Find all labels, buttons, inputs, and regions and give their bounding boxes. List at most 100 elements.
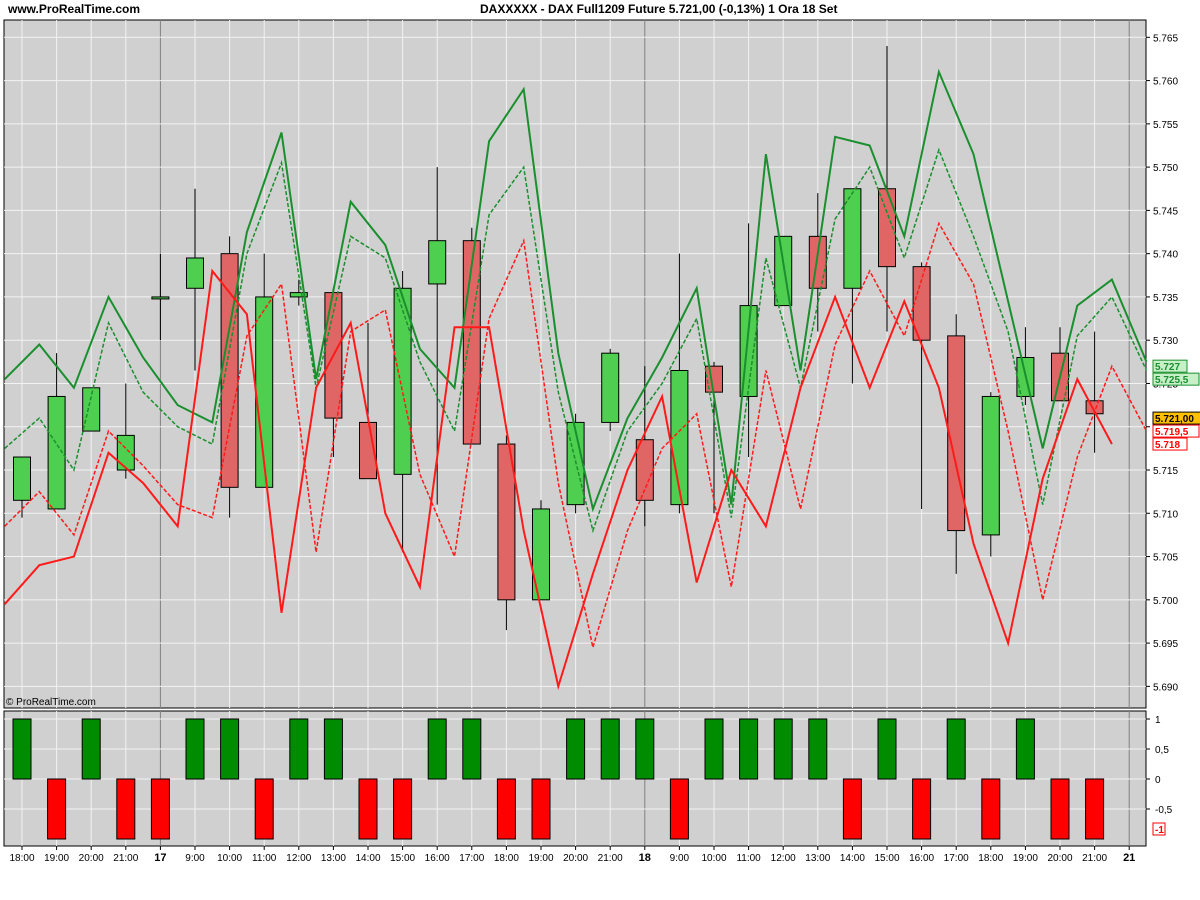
candle-body bbox=[116, 434, 135, 471]
y-tick-label: 5.690 bbox=[1153, 682, 1178, 693]
oscillator-bar bbox=[669, 778, 689, 840]
oscillator-bar bbox=[427, 718, 447, 780]
x-tick-label: 19:00 bbox=[1013, 853, 1038, 864]
candle-body bbox=[151, 296, 170, 300]
chart-canvas: 5.6905.6955.7005.7055.7105.7155.7205.725… bbox=[3, 19, 1200, 864]
site-url[interactable]: www.ProRealTime.com bbox=[8, 2, 140, 16]
x-tick-label: 20:00 bbox=[1047, 853, 1072, 864]
y-tick-label: 5.735 bbox=[1153, 293, 1178, 304]
oscillator-bar bbox=[531, 778, 551, 840]
oscillator-bar bbox=[1085, 778, 1105, 840]
price-label: 5.721,00 bbox=[1155, 414, 1194, 425]
x-tick-label: 17:00 bbox=[459, 853, 484, 864]
oscillator-bar bbox=[81, 718, 101, 780]
x-tick-label: 13:00 bbox=[805, 853, 830, 864]
y-tick-label: 5.750 bbox=[1153, 163, 1178, 174]
oscillator-bar bbox=[185, 718, 205, 780]
x-tick-label: 18:00 bbox=[9, 853, 34, 864]
x-tick-label: 17 bbox=[154, 852, 166, 864]
oscillator-bar bbox=[323, 718, 343, 780]
y-tick-label: 0,5 bbox=[1155, 745, 1169, 756]
x-tick-label: 17:00 bbox=[944, 853, 969, 864]
x-tick-label: 15:00 bbox=[874, 853, 899, 864]
oscillator-bar bbox=[1015, 718, 1035, 780]
x-tick-label: 12:00 bbox=[771, 853, 796, 864]
oscillator-bar bbox=[877, 718, 897, 780]
x-tick-label: 14:00 bbox=[840, 853, 865, 864]
x-tick-label: 10:00 bbox=[701, 853, 726, 864]
x-tick-label: 10:00 bbox=[217, 853, 242, 864]
price-label: 5.727 bbox=[1155, 362, 1180, 373]
oscillator-bar bbox=[946, 718, 966, 780]
y-tick-label: 5.740 bbox=[1153, 250, 1178, 261]
price-panel bbox=[3, 19, 1147, 709]
oscillator-bar bbox=[47, 778, 67, 840]
price-label: 5.725,5 bbox=[1155, 375, 1189, 386]
candle-body bbox=[947, 335, 966, 532]
y-tick-label: 5.710 bbox=[1153, 509, 1178, 520]
x-tick-label: 19:00 bbox=[528, 853, 553, 864]
price-label: 5.718 bbox=[1155, 440, 1180, 451]
oscillator-bar bbox=[116, 778, 136, 840]
oscillator-bar bbox=[704, 718, 724, 780]
candle-body bbox=[981, 395, 1000, 536]
watermark: © ProRealTime.com bbox=[6, 697, 96, 708]
oscillator-bar bbox=[635, 718, 655, 780]
y-tick-label: 5.705 bbox=[1153, 553, 1178, 564]
oscillator-bar bbox=[496, 778, 516, 840]
oscillator-bar bbox=[150, 778, 170, 840]
x-tick-label: 20:00 bbox=[79, 853, 104, 864]
candle-body bbox=[808, 235, 827, 289]
oscillator-bar bbox=[808, 718, 828, 780]
candle-body bbox=[843, 188, 862, 289]
x-tick-label: 15:00 bbox=[390, 853, 415, 864]
x-tick-label: 12:00 bbox=[286, 853, 311, 864]
candle-body bbox=[13, 456, 31, 501]
x-tick-label: 9:00 bbox=[185, 853, 205, 864]
x-tick-label: 16:00 bbox=[425, 853, 450, 864]
y-tick-label: 5.695 bbox=[1153, 639, 1178, 650]
y-tick-label: 0 bbox=[1155, 775, 1161, 786]
oscillator-bar bbox=[393, 778, 413, 840]
y-tick-label: 5.730 bbox=[1153, 336, 1178, 347]
oscillator-bar bbox=[981, 778, 1001, 840]
x-tick-label: 13:00 bbox=[321, 853, 346, 864]
oscillator-bar bbox=[842, 778, 862, 840]
x-tick-label: 21:00 bbox=[598, 853, 623, 864]
oscillator-bar bbox=[773, 718, 793, 780]
y-tick-label: 5.700 bbox=[1153, 596, 1178, 607]
y-tick-label: 5.755 bbox=[1153, 120, 1178, 131]
oscillator-bar bbox=[289, 718, 309, 780]
x-tick-label: 18 bbox=[639, 852, 651, 864]
osc-last-label: -1 bbox=[1155, 825, 1164, 836]
candle-body bbox=[220, 253, 239, 488]
y-tick-label: 5.715 bbox=[1153, 466, 1178, 477]
oscillator-bar bbox=[566, 718, 586, 780]
y-tick-label: -0,5 bbox=[1155, 805, 1173, 816]
x-tick-label: 21 bbox=[1123, 852, 1135, 864]
y-tick-label: 1 bbox=[1155, 715, 1161, 726]
oscillator-bar bbox=[254, 778, 274, 840]
x-tick-label: 20:00 bbox=[563, 853, 588, 864]
candle-body bbox=[428, 240, 447, 285]
oscillator-bar bbox=[220, 718, 240, 780]
oscillator-bar bbox=[912, 778, 932, 840]
oscillator-bar bbox=[1050, 778, 1070, 840]
oscillator-bar bbox=[462, 718, 482, 780]
candle-body bbox=[186, 257, 204, 289]
y-tick-label: 5.745 bbox=[1153, 206, 1178, 217]
price-label: 5.719,5 bbox=[1155, 427, 1189, 438]
oscillator-bar bbox=[739, 718, 759, 780]
x-tick-label: 9:00 bbox=[670, 853, 690, 864]
x-tick-label: 18:00 bbox=[978, 853, 1003, 864]
x-tick-label: 21:00 bbox=[113, 853, 138, 864]
oscillator-bar bbox=[12, 718, 32, 780]
oscillator-bar bbox=[600, 718, 620, 780]
x-tick-label: 11:00 bbox=[252, 853, 277, 864]
y-tick-label: 5.765 bbox=[1153, 33, 1178, 44]
candle-body bbox=[601, 352, 620, 423]
chart-title: DAXXXXX - DAX Full1209 Future 5.721,00 (… bbox=[480, 2, 838, 16]
oscillator-bar bbox=[358, 778, 378, 840]
x-tick-label: 18:00 bbox=[494, 853, 519, 864]
x-tick-label: 21:00 bbox=[1082, 853, 1107, 864]
